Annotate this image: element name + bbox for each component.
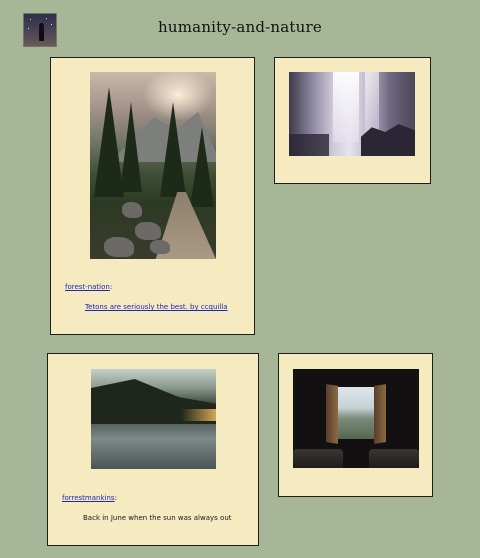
source-separator: : xyxy=(114,494,117,502)
post-caption: Back in June when the sun was always out xyxy=(83,514,232,522)
post-photo[interactable] xyxy=(289,72,415,156)
source-link[interactable]: forrestmankins xyxy=(62,494,115,502)
post-card xyxy=(278,353,433,497)
caption-link[interactable]: Tetons are seriously the best. by ccquil… xyxy=(85,303,228,311)
post-photo[interactable] xyxy=(91,369,216,469)
post-card xyxy=(274,57,431,184)
source-separator: : xyxy=(109,283,113,291)
post-card: forrestmankins: Back in June when the su… xyxy=(47,353,259,546)
post-source: forest-nation: xyxy=(65,283,112,291)
blog-title[interactable]: humanity-and-nature xyxy=(0,18,480,36)
post-photo[interactable] xyxy=(293,369,419,468)
source-link[interactable]: forest-nation xyxy=(65,283,110,291)
post-caption: Tetons are seriously the best. by ccquil… xyxy=(85,303,228,311)
post-source: forrestmankins: xyxy=(62,494,117,502)
post-card: forest-nation: Tetons are seriously the … xyxy=(50,57,255,335)
post-photo[interactable] xyxy=(90,72,216,259)
